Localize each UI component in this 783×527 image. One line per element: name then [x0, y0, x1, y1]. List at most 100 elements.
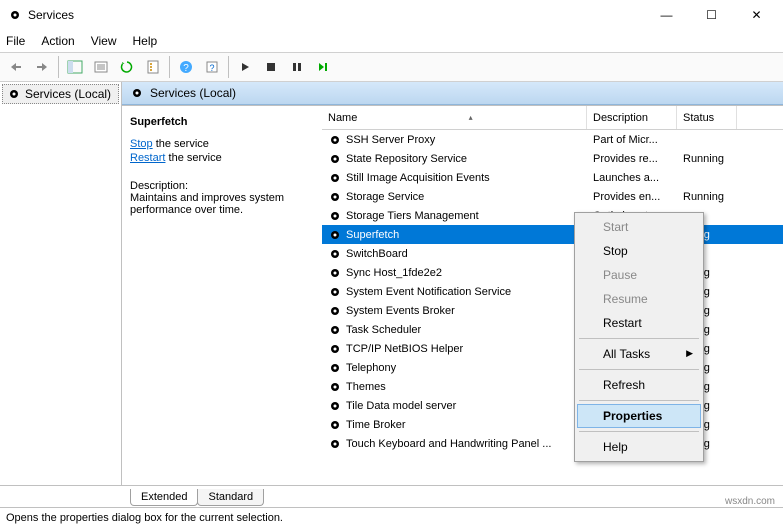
tree-item-label: Services (Local)	[25, 87, 111, 101]
service-row[interactable]: State Repository ServiceProvides re...Ru…	[322, 149, 783, 168]
service-name: System Events Broker	[346, 305, 455, 317]
gear-icon	[328, 304, 342, 318]
show-hide-tree-button[interactable]	[63, 55, 87, 79]
help2-button[interactable]: ?	[200, 55, 224, 79]
service-row[interactable]: TCP/IP NetBIOS Helpernning	[322, 339, 783, 358]
column-status[interactable]: Status	[677, 106, 737, 129]
column-name[interactable]: Name▴	[322, 106, 587, 129]
gear-icon	[328, 399, 342, 413]
service-list[interactable]: Name▴ Description Status SSH Server Prox…	[322, 106, 783, 485]
toolbar: ? ?	[0, 52, 783, 82]
gear-icon	[328, 266, 342, 280]
service-row[interactable]: Touch Keyboard and Handwriting Panel ...…	[322, 434, 783, 453]
service-row[interactable]: Task Schedulernning	[322, 320, 783, 339]
menu-refresh[interactable]: Refresh	[577, 373, 701, 397]
stop-link[interactable]: Stop	[130, 138, 153, 150]
properties-button[interactable]	[141, 55, 165, 79]
service-name: Tile Data model server	[346, 400, 456, 412]
menu-view[interactable]: View	[91, 34, 117, 48]
close-button[interactable]: ✕	[734, 1, 779, 29]
menu-start: Start	[577, 215, 701, 239]
menu-action[interactable]: Action	[41, 34, 74, 48]
menu-file[interactable]: File	[6, 34, 25, 48]
refresh-button[interactable]	[115, 55, 139, 79]
menu-resume: Resume	[577, 287, 701, 311]
menu-help[interactable]: Help	[133, 34, 158, 48]
column-description[interactable]: Description	[587, 106, 677, 129]
menu-help[interactable]: Help	[577, 435, 701, 459]
gear-icon	[328, 152, 342, 166]
service-row[interactable]: SwitchBoard	[322, 244, 783, 263]
export-list-button[interactable]	[89, 55, 113, 79]
tab-standard[interactable]: Standard	[197, 489, 264, 506]
menu-restart[interactable]: Restart	[577, 311, 701, 335]
service-row[interactable]: Time Brokernning	[322, 415, 783, 434]
list-header: Services (Local)	[122, 82, 783, 105]
menu-all-tasks[interactable]: All Tasks▶	[577, 342, 701, 366]
service-row[interactable]: Superfetchnning	[322, 225, 783, 244]
gear-icon	[328, 285, 342, 299]
service-row[interactable]: Themesnning	[322, 377, 783, 396]
forward-button[interactable]	[30, 55, 54, 79]
service-name: SSH Server Proxy	[346, 134, 435, 146]
gear-icon	[328, 228, 342, 242]
service-status: Running	[677, 153, 737, 165]
gear-icon	[328, 380, 342, 394]
service-row[interactable]: System Events Brokernning	[322, 301, 783, 320]
service-row[interactable]: SSH Server Proxy Part of Micr...	[322, 130, 783, 149]
service-status: Running	[677, 191, 737, 203]
service-name: Touch Keyboard and Handwriting Panel ...	[346, 438, 551, 450]
detail-pane: Superfetch Stop the service Restart the …	[122, 106, 322, 485]
tab-extended[interactable]: Extended	[130, 489, 198, 506]
restart-service-button[interactable]	[311, 55, 335, 79]
service-name: Superfetch	[346, 229, 399, 241]
titlebar: Services — ☐ ✕	[0, 0, 783, 30]
service-row[interactable]: System Event Notification Servicenning	[322, 282, 783, 301]
description-text: Maintains and improves system performanc…	[130, 192, 312, 216]
tree-item-services-local[interactable]: Services (Local)	[2, 84, 119, 104]
service-description: Provides re...	[587, 153, 677, 165]
help-button[interactable]: ?	[174, 55, 198, 79]
gear-icon	[328, 437, 342, 451]
menu-properties[interactable]: Properties	[577, 404, 701, 428]
service-name: Themes	[346, 381, 386, 393]
gear-icon	[130, 86, 144, 100]
app-icon	[8, 8, 22, 22]
restart-link[interactable]: Restart	[130, 152, 165, 164]
svg-text:?: ?	[183, 63, 189, 74]
service-row[interactable]: Storage ServiceProvides en...Running	[322, 187, 783, 206]
service-name: Storage Tiers Management	[346, 210, 479, 222]
service-name: SwitchBoard	[346, 248, 408, 260]
start-service-button[interactable]	[233, 55, 257, 79]
gear-icon	[328, 342, 342, 356]
submenu-arrow-icon: ▶	[686, 348, 693, 359]
context-menu: StartStopPauseResumeRestart All Tasks▶ R…	[574, 212, 704, 462]
maximize-button[interactable]: ☐	[689, 1, 734, 29]
menu-stop[interactable]: Stop	[577, 239, 701, 263]
pause-service-button[interactable]	[285, 55, 309, 79]
gear-icon	[328, 247, 342, 261]
tree-pane: Services (Local)	[0, 82, 122, 485]
gear-icon	[328, 418, 342, 432]
service-description: Launches a...	[587, 172, 677, 184]
service-description: Part of Micr...	[587, 134, 677, 146]
sort-indicator-icon: ▴	[469, 113, 473, 122]
gear-icon	[7, 87, 21, 101]
service-name: Task Scheduler	[346, 324, 421, 336]
watermark: wsxdn.com	[725, 496, 775, 507]
service-row[interactable]: Still Image Acquisition Events Launches a…	[322, 168, 783, 187]
service-row[interactable]: Sync Host_1fde2e2nning	[322, 263, 783, 282]
service-row[interactable]: Storage Tiers ManagementOptimizes t...	[322, 206, 783, 225]
gear-icon	[328, 361, 342, 375]
service-name: Still Image Acquisition Events	[346, 172, 490, 184]
service-row[interactable]: Telephonynning	[322, 358, 783, 377]
menubar: File Action View Help	[0, 30, 783, 52]
description-label: Description:	[130, 180, 312, 192]
service-row[interactable]: Tile Data model servernning	[322, 396, 783, 415]
service-name: Telephony	[346, 362, 396, 374]
back-button[interactable]	[4, 55, 28, 79]
window-title: Services	[28, 8, 644, 22]
stop-service-button[interactable]	[259, 55, 283, 79]
minimize-button[interactable]: —	[644, 1, 689, 29]
gear-icon	[328, 209, 342, 223]
